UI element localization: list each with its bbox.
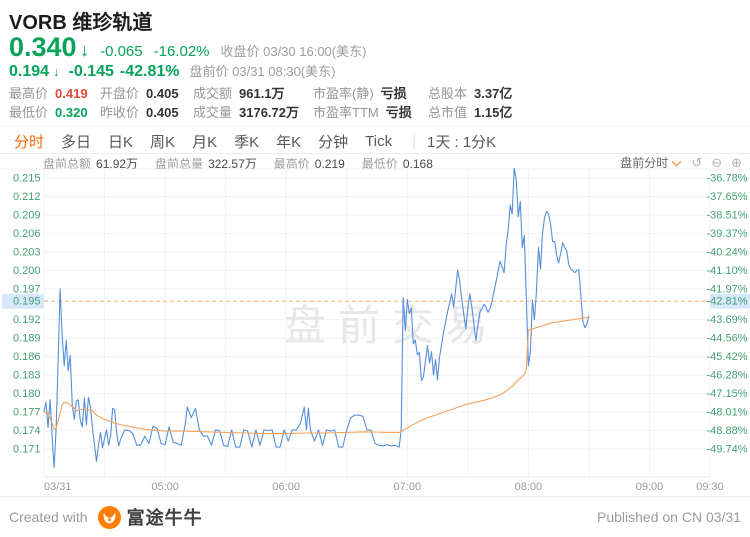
y-axis-label-left: 0.206	[13, 228, 41, 240]
x-axis-label: 09:30	[696, 481, 724, 493]
stat-high: 最高价0.419	[9, 83, 100, 102]
futu-brand-name: 富途牛牛	[127, 504, 203, 530]
period-indicator[interactable]: 1天 : 1分K	[427, 131, 496, 152]
created-with-label: Created with	[9, 509, 88, 525]
y-axis-label-right: -48.01%	[707, 407, 748, 419]
y-axis-label-left: 0.209	[13, 210, 41, 222]
stats-row-1: 最高价0.419 开盘价0.405 成交额961.1万 市盈率(静)亏损 总股本…	[9, 83, 750, 102]
x-axis-label: 03/31	[44, 481, 72, 493]
y-axis-label-left: 0.171	[13, 444, 41, 456]
tab-minute[interactable]: 分钟	[318, 131, 348, 152]
stat-low: 最低价0.320	[9, 102, 100, 121]
y-axis-label-right: -47.15%	[707, 388, 748, 400]
stats-divider	[0, 126, 750, 127]
y-axis-label-left: 0.183	[13, 370, 41, 382]
premarket-change: -0.145	[69, 63, 114, 81]
tab-weekly-k[interactable]: 周K	[150, 131, 175, 152]
y-axis-label-right: -37.65%	[707, 191, 748, 203]
published-label: Published on CN 03/31	[597, 509, 741, 525]
y-axis-label-right: -42.81%	[707, 296, 748, 308]
x-axis-label: 09:00	[636, 481, 664, 493]
down-arrow-icon: ↓	[80, 40, 90, 62]
stat-turnover: 成交额961.1万	[193, 83, 313, 102]
close-change: -0.065	[100, 43, 143, 60]
stat-market-cap: 总市值1.15亿	[428, 102, 750, 121]
stat-pe-static: 市盈率(静)亏损	[313, 83, 428, 102]
chevron-down-icon	[672, 156, 682, 166]
premarket-price: 0.194	[9, 63, 49, 81]
y-axis-label-left: 0.215	[13, 173, 41, 185]
y-axis-label-right: -46.28%	[707, 370, 748, 382]
stat-total-shares: 总股本3.37亿	[428, 83, 750, 102]
premarket-price-label: 盘前价 03/31 08:30(美东)	[190, 61, 336, 80]
y-axis-label-right: -36.78%	[707, 173, 748, 185]
stat-prev-close: 昨收价0.405	[100, 102, 193, 121]
y-axis-label-left: 0.200	[13, 265, 41, 277]
y-axis-label-right: -44.56%	[707, 333, 748, 345]
y-axis-label-left: 0.212	[13, 191, 41, 203]
tab-monthly-k[interactable]: 月K	[192, 131, 217, 152]
stat-volume: 成交量3176.72万	[193, 102, 313, 121]
intraday-chart[interactable]: 盘前交易0.215-36.78%0.212-37.65%0.209-38.51%…	[0, 168, 750, 496]
y-axis-label-left: 0.180	[13, 388, 41, 400]
y-axis-label-right: -45.42%	[707, 351, 748, 363]
y-axis-label-right: -48.88%	[707, 425, 748, 437]
down-arrow-small-icon: ↓	[53, 64, 60, 79]
y-axis-label-right: -49.74%	[707, 444, 748, 456]
close-price: 0.340	[9, 32, 77, 63]
y-axis-label-right: -38.51%	[707, 210, 748, 222]
premarket-price-row: 0.194 ↓ -0.145 -42.81% 盘前价 03/31 08:30(美…	[9, 61, 335, 81]
y-axis-label-left: 0.189	[13, 333, 41, 345]
x-axis-label: 06:00	[272, 481, 300, 493]
stock-detail-page: { "header": { "title": "VORB 维珍轨道", "clo…	[0, 0, 750, 537]
x-axis-label: 07:00	[394, 481, 422, 493]
close-price-label: 收盘价 03/30 16:00(美东)	[221, 41, 367, 60]
key-stats-table: 最高价0.419 开盘价0.405 成交额961.1万 市盈率(静)亏损 总股本…	[9, 83, 750, 121]
premarket-change-pct: -42.81%	[120, 63, 180, 81]
tab-yearly-k[interactable]: 年K	[276, 131, 301, 152]
stock-title: VORB 维珍轨道	[9, 6, 152, 35]
y-axis-label-right: -41.10%	[707, 265, 748, 277]
tabs-divider: |	[412, 133, 416, 150]
y-axis-label-left: 0.186	[13, 351, 41, 363]
y-axis-label-right: -39.37%	[707, 228, 748, 240]
stats-row-2: 最低价0.320 昨收价0.405 成交量3176.72万 市盈率TTM亏损 总…	[9, 102, 750, 121]
chart-period-tabs: 分时 多日 日K 周K 月K 季K 年K 分钟 Tick | 1天 : 1分K	[0, 130, 750, 154]
y-axis-label-left: 0.197	[13, 283, 41, 295]
y-axis-label-left: 0.174	[13, 425, 41, 437]
y-axis-label-right: -40.24%	[707, 246, 748, 258]
y-axis-label-left: 0.192	[13, 314, 41, 326]
y-axis-label-right: -41.97%	[707, 283, 748, 295]
stat-pe-ttm: 市盈率TTM亏损	[313, 102, 428, 121]
close-change-pct: -16.02%	[154, 43, 210, 60]
y-axis-label-right: -43.69%	[707, 314, 748, 326]
y-axis-label-left: 0.195	[13, 296, 41, 308]
x-axis-label: 05:00	[151, 481, 179, 493]
stat-open: 开盘价0.405	[100, 83, 193, 102]
tab-intraday[interactable]: 分时	[14, 131, 44, 152]
tab-quarterly-k[interactable]: 季K	[234, 131, 259, 152]
close-price-row: 0.340 ↓ -0.065 -16.02% 收盘价 03/30 16:00(美…	[9, 32, 366, 63]
futu-logo-icon	[98, 506, 121, 529]
y-axis-label-left: 0.203	[13, 246, 41, 258]
y-axis-label-left: 0.177	[13, 407, 41, 419]
tab-tick[interactable]: Tick	[365, 133, 392, 150]
tab-daily-k[interactable]: 日K	[108, 131, 133, 152]
tab-multi-day[interactable]: 多日	[61, 131, 91, 152]
x-axis-label: 08:00	[515, 481, 543, 493]
footer: Created with 富途牛牛 Published on CN 03/31	[0, 496, 750, 537]
